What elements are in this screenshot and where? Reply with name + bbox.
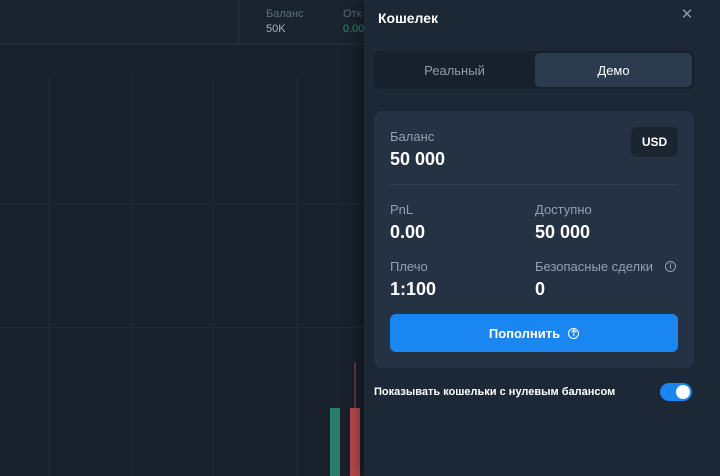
chart-gridline [213,78,214,476]
toggle-knob [676,385,690,399]
stat-pnl-value: 0.00 [343,23,364,35]
candle-wick [354,362,356,408]
topup-button[interactable]: Пополнить [390,314,678,352]
close-icon[interactable]: ✕ [678,6,696,24]
available-value: 50 000 [535,222,591,242]
chart-gridline [0,203,364,204]
chart-gridline [296,78,297,476]
tab-real[interactable]: Реальный [376,53,533,87]
account-stats-bar: Баланс 50K Отк 0.00 [0,0,364,45]
balance-label: Баланс [390,129,435,144]
stat-balance: Баланс 50K [266,7,303,36]
show-zero-wallets-toggle[interactable] [660,383,692,401]
safe-trades-label: Безопасные сделки [535,259,654,274]
info-icon[interactable]: i [665,261,676,272]
chart-gridline [0,327,364,328]
arrow-up-circle-icon [568,327,580,339]
leverage-label: Плечо [390,259,428,274]
stat-balance-value: 50K [266,23,286,35]
safe-trades-value: 0 [535,279,546,299]
balance-value: 50 000 [390,149,446,169]
chart-gridline [131,78,132,476]
leverage-value: 1:100 [390,279,437,299]
card-divider [390,184,678,185]
chart-gridline [48,78,49,476]
wallet-panel: Кошелек ✕ Реальный Демо Баланс 50 000 US… [364,0,720,476]
wallet-card: Баланс 50 000 USD PnL 0.00 Доступно 50 0… [374,111,694,368]
stat-pnl: Отк 0.00 [343,7,364,36]
stat-pnl-label: Отк [343,8,362,20]
panel-title: Кошелек [378,10,439,26]
show-zero-wallets-row: Показывать кошельки с нулевым балансом [374,383,692,402]
candle-down [350,362,360,476]
topup-label: Пополнить [488,325,561,341]
currency-selector[interactable]: USD [631,127,678,157]
available-label: Доступно [535,202,592,217]
tab-demo[interactable]: Демо [535,53,692,87]
candle-body [330,408,340,476]
candle-up [330,408,340,476]
stats-divider [238,0,239,44]
candle-body [350,408,360,476]
pnl-label: PnL [390,202,414,217]
stat-balance-label: Баланс [266,8,304,20]
pnl-value: 0.00 [390,222,426,242]
wallet-type-tabs: Реальный Демо [374,51,694,89]
chart-area[interactable]: Баланс 50K Отк 0.00 [0,0,364,476]
show-zero-wallets-label: Показывать кошельки с нулевым балансом [374,386,616,398]
